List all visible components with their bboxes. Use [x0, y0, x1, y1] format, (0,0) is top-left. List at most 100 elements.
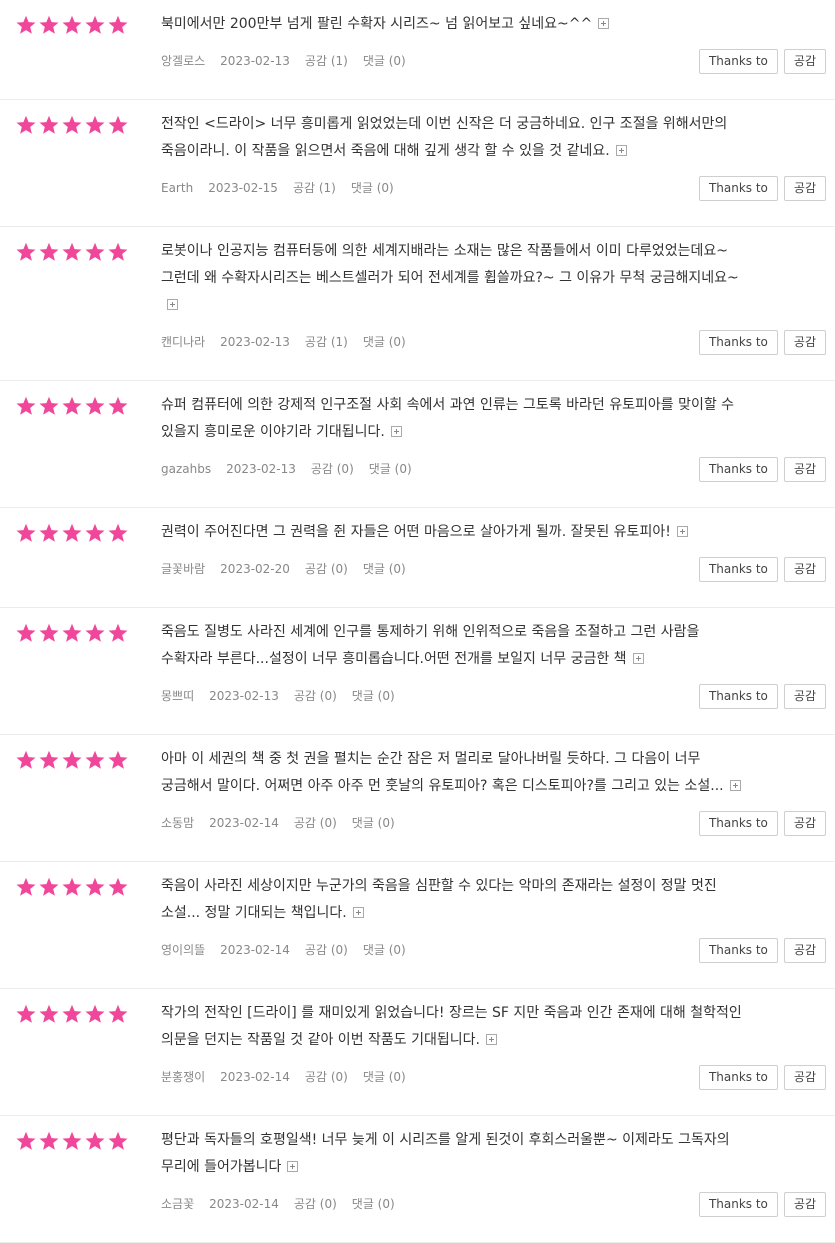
star-icon [108, 1004, 128, 1023]
star-icon [16, 15, 36, 34]
star-icon [85, 15, 105, 34]
empathy-button[interactable]: 공감 [783, 938, 826, 963]
star-icon [62, 1004, 82, 1023]
review-author: 소동맘 [161, 816, 195, 830]
star-icon [16, 115, 36, 134]
review-meta: 글꽃바람 2023-02-20 공감 (0) 댓글 (0) [161, 561, 421, 577]
comment-count[interactable]: 댓글 (0) [352, 1196, 395, 1212]
empathy-count[interactable]: 공감 (0) [294, 1196, 337, 1212]
review-actions: Thanks to 공감 [698, 557, 826, 582]
review-item: 권력이 주어진다면 그 권력을 쥔 자들은 어떤 마음으로 살아가게 될까. 잘… [0, 508, 835, 608]
empathy-count[interactable]: 공감 (1) [293, 180, 336, 196]
review-text: 죽음이 사라진 세상이지만 누군가의 죽음을 심판할 수 있다는 악마의 존재라… [161, 873, 821, 927]
review-item: 북미에서만 200만부 넘게 팔린 수확자 시리즈~ 넘 읽어보고 싶네요~^^… [0, 0, 835, 100]
comment-count[interactable]: 댓글 (0) [351, 180, 394, 196]
empathy-button[interactable]: 공감 [783, 684, 826, 709]
comment-count[interactable]: 댓글 (0) [352, 815, 395, 831]
review-text: 전작인 <드라이> 너무 흥미롭게 읽었었는데 이번 신작은 더 궁금하네요. … [161, 111, 821, 165]
review-text-line: 권력이 주어진다면 그 권력을 쥔 자들은 어떤 마음으로 살아가게 될까. 잘… [161, 519, 821, 546]
comment-count[interactable]: 댓글 (0) [352, 688, 395, 704]
expand-icon[interactable] [676, 526, 688, 537]
star-icon [85, 396, 105, 415]
review-item: 슈퍼 컴퓨터에 의한 강제적 인구조절 사회 속에서 과연 인류는 그토록 바라… [0, 381, 835, 508]
star-icon [62, 523, 82, 542]
empathy-button[interactable]: 공감 [783, 49, 826, 74]
review-meta: 몽쁘띠 2023-02-13 공감 (0) 댓글 (0) [161, 688, 410, 704]
expand-icon[interactable] [485, 1034, 497, 1045]
thanks-to-button[interactable]: Thanks to [698, 457, 778, 482]
review-text-line: 아마 이 세권의 책 중 첫 권을 펼치는 순간 잠은 저 멀리로 달아나버릴 … [161, 751, 701, 767]
review-text: 권력이 주어진다면 그 권력을 쥔 자들은 어떤 마음으로 살아가게 될까. 잘… [161, 519, 821, 546]
review-text-line: 평단과 독자들의 호평일색! 너무 늦게 이 시리즈를 알게 된것이 후회스러울… [161, 1132, 730, 1148]
comment-count[interactable]: 댓글 (0) [363, 561, 406, 577]
star-rating [16, 1004, 128, 1024]
empathy-button[interactable]: 공감 [783, 811, 826, 836]
thanks-to-button[interactable]: Thanks to [698, 330, 778, 355]
comment-count[interactable]: 댓글 (0) [363, 53, 406, 69]
comment-count[interactable]: 댓글 (0) [363, 334, 406, 350]
star-icon [108, 750, 128, 769]
star-icon [39, 115, 59, 134]
expand-icon[interactable] [598, 18, 610, 29]
review-text-line: 무리에 들어가봅니다 [161, 1154, 821, 1181]
star-icon [108, 1131, 128, 1150]
expand-icon[interactable] [352, 907, 364, 918]
thanks-to-button[interactable]: Thanks to [698, 938, 778, 963]
review-date: 2023-02-14 [209, 816, 279, 830]
expand-icon[interactable] [729, 780, 741, 791]
review-date: 2023-02-14 [209, 1197, 279, 1211]
review-author: 몽쁘띠 [161, 689, 195, 703]
empathy-count[interactable]: 공감 (0) [294, 688, 337, 704]
review-date: 2023-02-15 [208, 181, 278, 195]
review-date: 2023-02-20 [220, 562, 290, 576]
review-text: 로봇이나 인공지능 컴퓨터등에 의한 세계지배라는 소재는 많은 작품들에서 이… [161, 238, 821, 319]
review-meta: 소금꽃 2023-02-14 공감 (0) 댓글 (0) [161, 1196, 410, 1212]
expand-icon[interactable] [167, 299, 178, 310]
expand-icon[interactable] [287, 1161, 299, 1172]
review-actions: Thanks to 공감 [698, 49, 826, 74]
review-text: 작가의 전작인 [드라이] 를 재미있게 읽었습니다! 장르는 SF 지만 죽음… [161, 1000, 821, 1054]
thanks-to-button[interactable]: Thanks to [698, 176, 778, 201]
empathy-count[interactable]: 공감 (0) [305, 942, 348, 958]
review-text-line: 그런데 왜 수확자시리즈는 베스트셀러가 되어 전세계를 휩쓸까요?~ 그 이유… [161, 270, 739, 286]
star-icon [85, 523, 105, 542]
star-icon [108, 115, 128, 134]
star-icon [62, 750, 82, 769]
thanks-to-button[interactable]: Thanks to [698, 811, 778, 836]
review-text: 평단과 독자들의 호평일색! 너무 늦게 이 시리즈를 알게 된것이 후회스러울… [161, 1127, 821, 1181]
star-icon [85, 750, 105, 769]
empathy-count[interactable]: 공감 (0) [294, 815, 337, 831]
empathy-button[interactable]: 공감 [783, 1192, 826, 1217]
empathy-count[interactable]: 공감 (1) [305, 53, 348, 69]
thanks-to-button[interactable]: Thanks to [698, 557, 778, 582]
thanks-to-button[interactable]: Thanks to [698, 684, 778, 709]
star-icon [108, 877, 128, 896]
star-icon [39, 623, 59, 642]
expand-icon[interactable] [390, 426, 402, 437]
expand-icon[interactable] [615, 145, 627, 156]
review-item: 로봇이나 인공지능 컴퓨터등에 의한 세계지배라는 소재는 많은 작품들에서 이… [0, 227, 835, 381]
empathy-button[interactable]: 공감 [783, 176, 826, 201]
comment-count[interactable]: 댓글 (0) [363, 942, 406, 958]
empathy-button[interactable]: 공감 [783, 557, 826, 582]
empathy-count[interactable]: 공감 (0) [311, 461, 354, 477]
review-actions: Thanks to 공감 [698, 457, 826, 482]
review-text: 북미에서만 200만부 넘게 팔린 수확자 시리즈~ 넘 읽어보고 싶네요~^^ [161, 11, 821, 38]
empathy-button[interactable]: 공감 [783, 457, 826, 482]
review-item: 죽음도 질병도 사라진 세계에 인구를 통제하기 위해 인위적으로 죽음을 조절… [0, 608, 835, 735]
star-icon [62, 1131, 82, 1150]
star-icon [62, 115, 82, 134]
review-date: 2023-02-14 [220, 1070, 290, 1084]
thanks-to-button[interactable]: Thanks to [698, 1192, 778, 1217]
comment-count[interactable]: 댓글 (0) [369, 461, 412, 477]
empathy-count[interactable]: 공감 (1) [305, 334, 348, 350]
empathy-count[interactable]: 공감 (0) [305, 1069, 348, 1085]
expand-icon[interactable] [632, 653, 644, 664]
empathy-button[interactable]: 공감 [783, 330, 826, 355]
star-icon [85, 877, 105, 896]
thanks-to-button[interactable]: Thanks to [698, 49, 778, 74]
review-date: 2023-02-13 [209, 689, 279, 703]
star-icon [16, 396, 36, 415]
empathy-count[interactable]: 공감 (0) [305, 561, 348, 577]
comment-count[interactable]: 댓글 (0) [363, 1069, 406, 1085]
